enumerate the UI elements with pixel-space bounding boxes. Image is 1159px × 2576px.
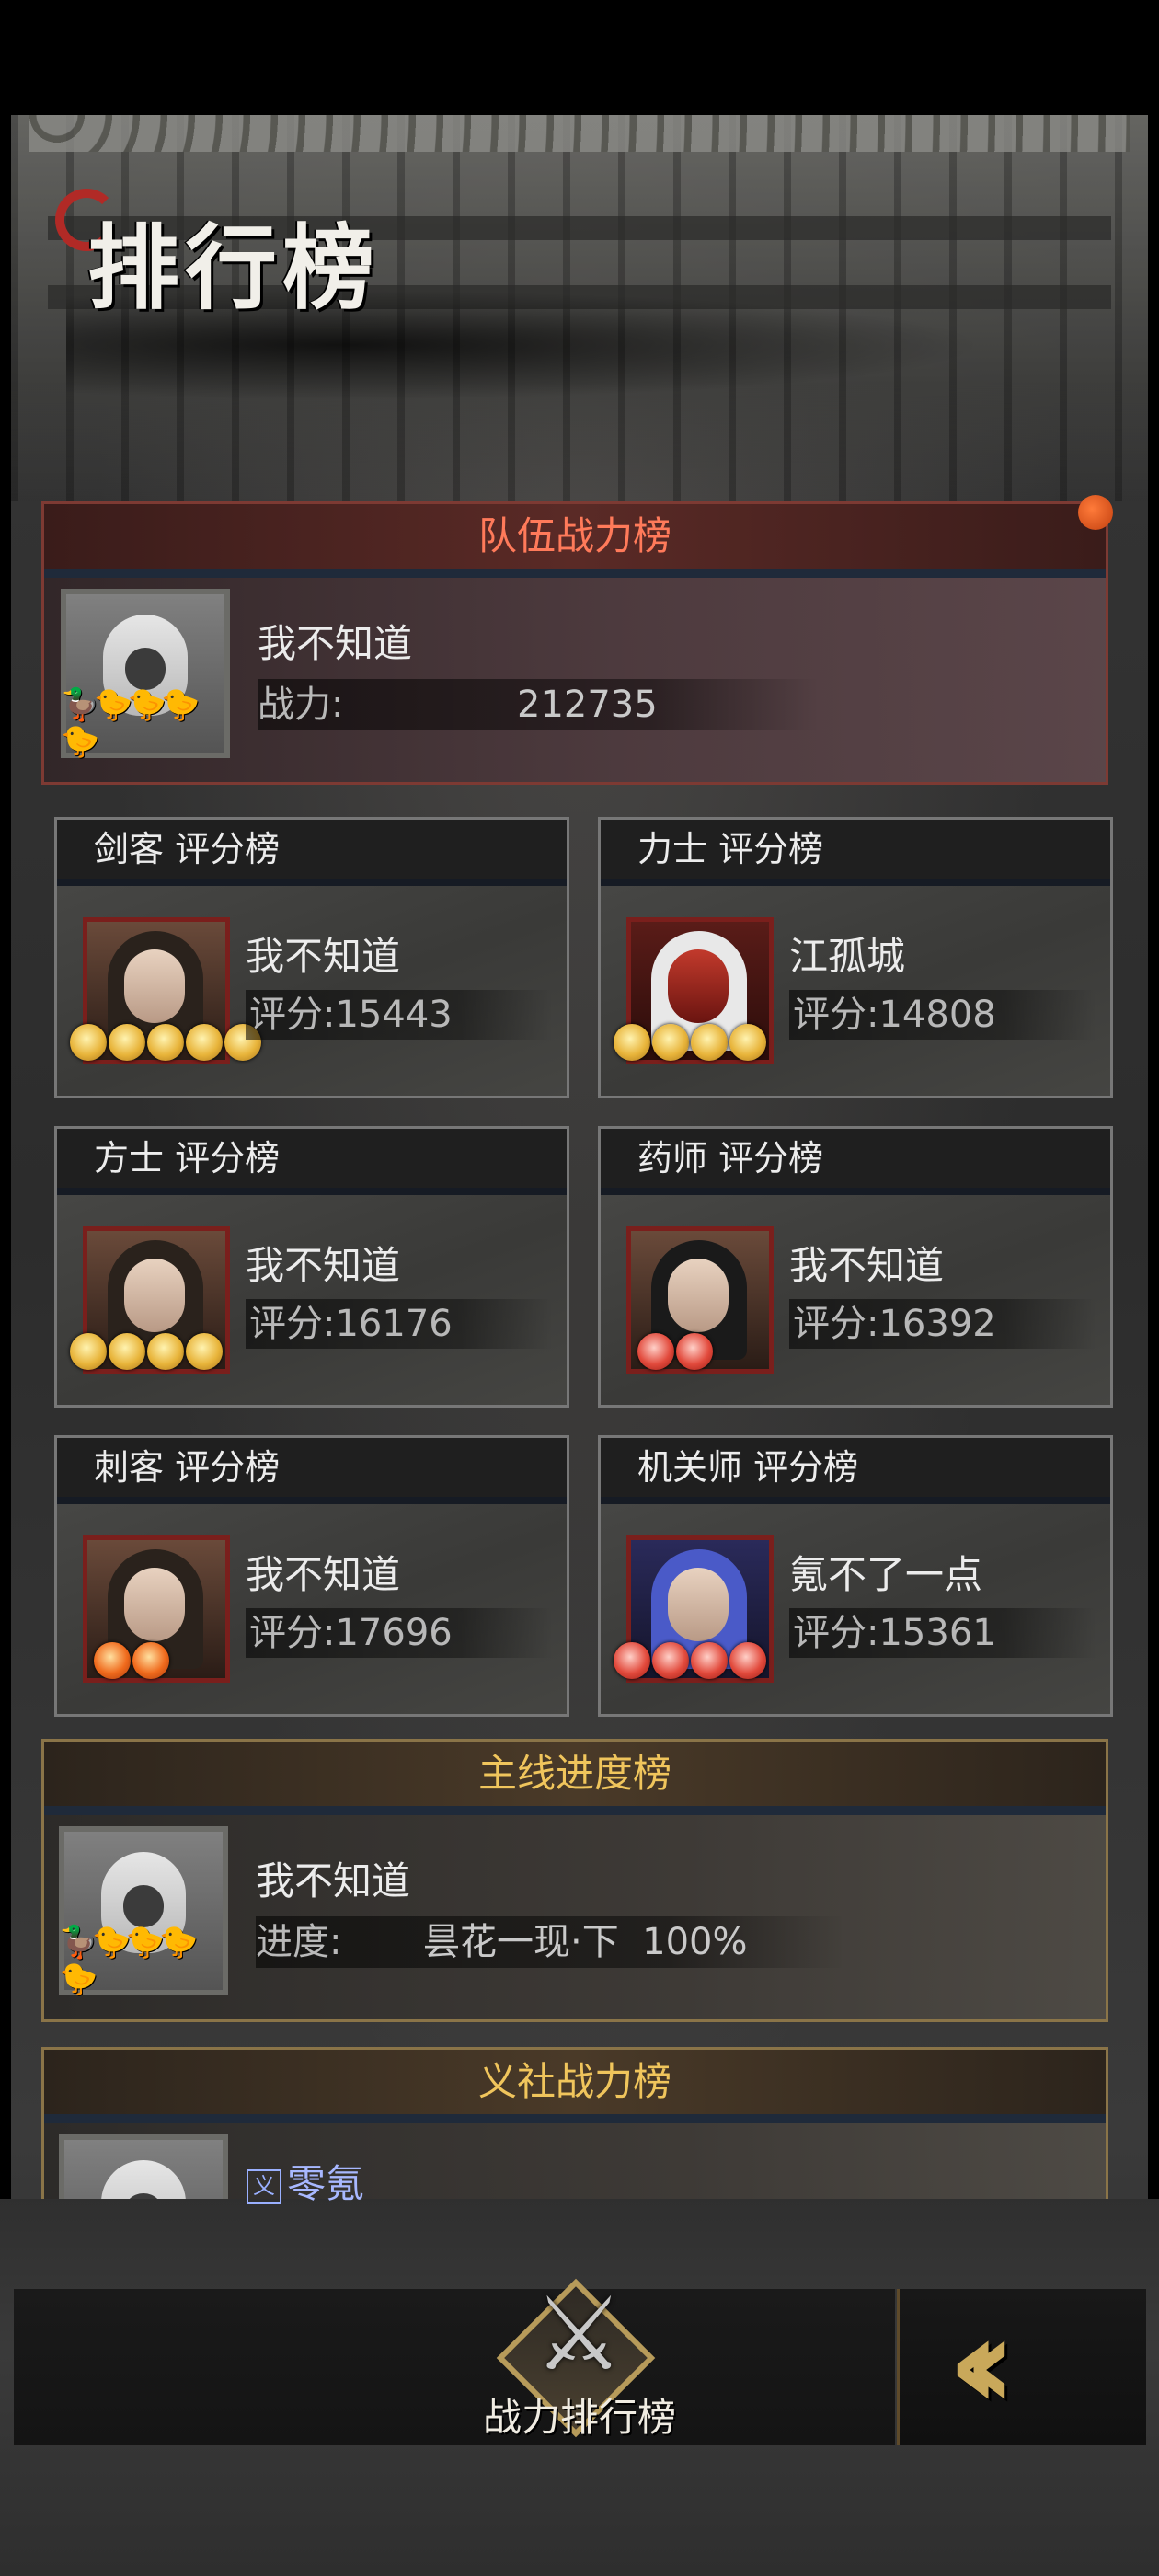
class-board-card[interactable]: 刺客 评分榜 我不知道 评分:17696 (54, 1435, 569, 1717)
star-icon (70, 1024, 107, 1061)
star-icon (637, 1333, 674, 1370)
board-title: 义社战力榜 (44, 2050, 1106, 2123)
player-name: 我不知道 (246, 1243, 401, 1288)
team-power-board[interactable]: 队伍战力榜 🦆🐤🐤🐤🐤 我不知道 战力: 212735 (41, 501, 1108, 785)
card-title: 力士 评分榜 (601, 820, 1110, 886)
player-score: 评分:15443 (246, 990, 553, 1040)
notification-dot (1078, 495, 1113, 530)
card-title: 剑客 评分榜 (57, 820, 567, 886)
star-icon (676, 1333, 713, 1370)
story-progress-board[interactable]: 主线进度榜 🦆🐤🐤🐤🐤 我不知道 进度: 昙花一现·下 100% (41, 1739, 1108, 2022)
progress-stat: 进度: 昙花一现·下 100% (256, 1916, 844, 1968)
back-button[interactable] (897, 2289, 1146, 2445)
guild-tag-icon: 义 (247, 2168, 281, 2204)
star-icon (186, 1024, 223, 1061)
star-icon (147, 1333, 184, 1370)
player-score: 评分:14808 (789, 990, 1096, 1040)
star-icon (614, 1642, 650, 1679)
star-rank (70, 1333, 223, 1374)
class-board-card[interactable]: 药师 评分榜 我不知道 评分:16392 (598, 1126, 1113, 1408)
guild-name-text: 零氪 (287, 2161, 365, 2206)
player-score: 评分:15361 (789, 1608, 1096, 1658)
stat-label: 战力: (258, 684, 344, 726)
stat-label: 进度: (256, 1921, 342, 1963)
star-icon (729, 1642, 766, 1679)
star-icon (70, 1333, 107, 1370)
crossed-swords-icon: ⚔ (534, 2275, 625, 2393)
star-rank (637, 1333, 713, 1374)
star-icon (729, 1024, 766, 1061)
player-name: 我不知道 (256, 1858, 411, 1903)
guild-name: 义零氪 (247, 2153, 364, 2209)
player-name: 我不知道 (246, 1552, 401, 1597)
guild-power-board[interactable]: 义社战力榜 (41, 2047, 1108, 2202)
tab-label: 战力排行榜 (482, 2395, 676, 2440)
player-avatar[interactable]: 🦆🐤🐤🐤🐤 (61, 589, 230, 760)
star-rank (70, 1024, 261, 1064)
player-name: 我不知道 (258, 621, 413, 666)
class-board-card[interactable]: 机关师 评分榜 氪不了一点 评分:15361 (598, 1435, 1113, 1717)
star-icon (652, 1642, 689, 1679)
roof-tiles (29, 115, 1130, 152)
class-board-card[interactable]: 方士 评分榜 我不知道 评分:16176 (54, 1126, 569, 1408)
power-stat: 战力: 212735 (258, 679, 819, 730)
player-name: 我不知道 (246, 934, 401, 979)
board-title: 队伍战力榜 (44, 504, 1106, 578)
hooded-character-icon (101, 2160, 186, 2202)
star-icon (614, 1024, 650, 1061)
class-board-card[interactable]: 剑客 评分榜 我不知道 评分:15443 (54, 817, 569, 1098)
player-score: 评分:16392 (789, 1299, 1096, 1349)
player-name: 我不知道 (789, 1243, 945, 1288)
star-icon (132, 1642, 169, 1679)
star-rank (94, 1642, 169, 1683)
star-icon (691, 1642, 728, 1679)
page-title: 排行榜 (87, 213, 380, 322)
card-title: 药师 评分榜 (601, 1129, 1110, 1195)
star-icon (109, 1024, 145, 1061)
star-icon (94, 1642, 131, 1679)
guild-avatar[interactable] (59, 2134, 228, 2202)
board-title: 主线进度榜 (44, 1742, 1106, 1815)
duck-icons: 🦆🐤🐤🐤🐤 (61, 686, 200, 760)
double-chevron-left-icon: ‹‹ (947, 2289, 1017, 2439)
star-icon (109, 1333, 145, 1370)
stat-value: 212735 (517, 684, 658, 726)
card-title: 机关师 评分榜 (601, 1438, 1110, 1504)
card-title: 刺客 评分榜 (57, 1438, 567, 1504)
star-rank (614, 1024, 766, 1064)
star-icon (186, 1333, 223, 1370)
star-rank (614, 1642, 766, 1683)
card-title: 方士 评分榜 (57, 1129, 567, 1195)
duck-icons: 🦆🐤🐤🐤🐤 (59, 1924, 198, 1997)
stat-value: 昙花一现·下 100% (423, 1921, 748, 1963)
star-icon (691, 1024, 728, 1061)
player-name: 江孤城 (789, 934, 906, 979)
class-board-card[interactable]: 力士 评分榜 江孤城 评分:14808 (598, 817, 1113, 1098)
player-score: 评分:17696 (246, 1608, 553, 1658)
player-avatar[interactable]: 🦆🐤🐤🐤🐤 (59, 1826, 228, 1997)
player-name: 氪不了一点 (789, 1552, 983, 1597)
player-score: 评分:16176 (246, 1299, 553, 1349)
star-icon (147, 1024, 184, 1061)
star-icon (652, 1024, 689, 1061)
